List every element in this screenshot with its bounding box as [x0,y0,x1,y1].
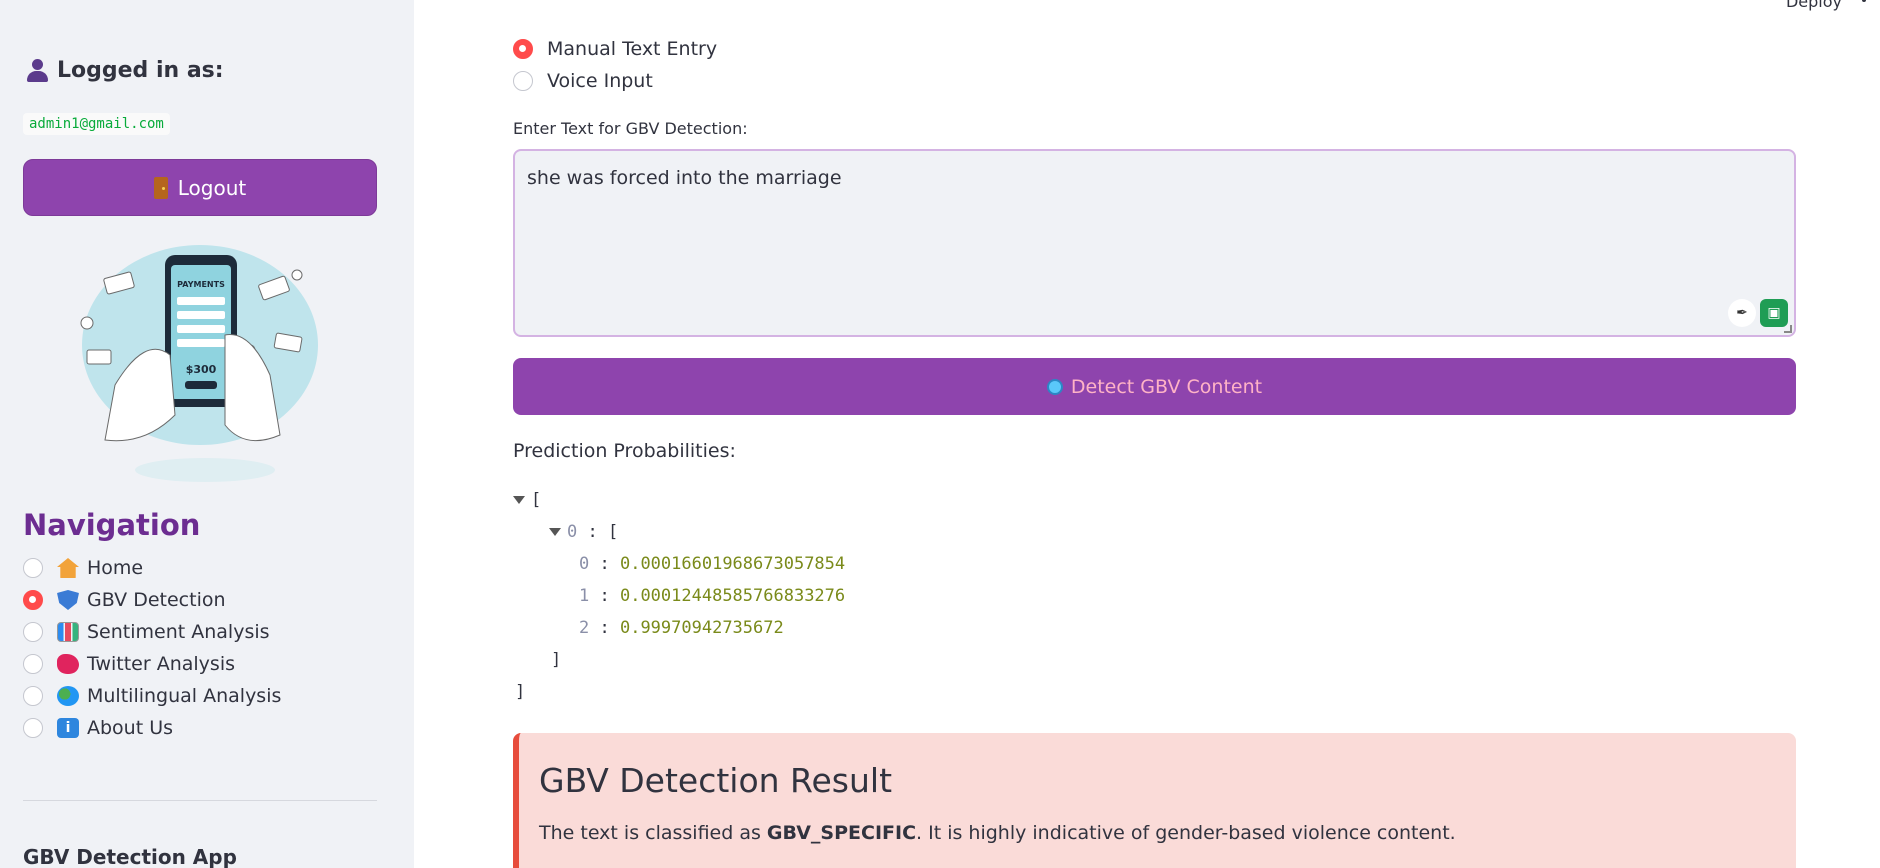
navigation-list: Home GBV Detection Sentiment Analysis Tw… [23,552,281,744]
json-array-close: ] [551,650,562,670]
logout-button[interactable]: Logout [23,159,377,216]
json-value: 0.00016601968673057854 [619,554,846,574]
nav-item-about-us[interactable]: i About Us [23,712,281,744]
user-email: admin1@gmail.com [23,113,170,135]
sidebar: Logged in as: admin1@gmail.com Logout PA… [0,0,414,868]
mode-label: Manual Text Entry [547,38,718,60]
globe-icon [57,686,79,706]
nav-item-label: Multilingual Analysis [87,685,282,707]
mode-label: Voice Input [547,70,653,92]
textarea-extension-icons: ✒ ▣ [1728,299,1788,327]
logout-label: Logout [177,175,247,200]
house-icon [57,558,79,578]
main-content: Deploy Manual Text Entry Voice Input Ent… [414,0,1880,868]
result-title: GBV Detection Result [539,761,893,800]
json-array-open: 0 : [ [513,516,845,548]
collapse-caret-icon[interactable] [549,528,561,536]
magnifier-icon [1046,378,1063,395]
deploy-button[interactable]: Deploy [1786,0,1842,11]
radio-sentiment-analysis[interactable] [23,622,43,642]
main-menu-icon[interactable] [1862,0,1866,2]
json-key: 2 [579,618,590,638]
radio-voice-input[interactable] [513,71,533,91]
nav-item-gbv-detection[interactable]: GBV Detection [23,584,281,616]
door-icon [153,176,168,199]
resize-handle-icon[interactable] [1784,325,1792,333]
nav-item-label: About Us [87,717,174,739]
result-class-label: GBV_SPECIFIC [766,822,917,844]
nav-item-label: Twitter Analysis [87,653,236,675]
twitter-icon [57,654,79,674]
nav-item-home[interactable]: Home [23,552,281,584]
result-text: The text is classified as GBV_SPECIFIC. … [539,822,1776,844]
nav-item-twitter-analysis[interactable]: Twitter Analysis [23,648,281,680]
gbv-result-alert: GBV Detection Result The text is classif… [513,733,1796,868]
nav-item-label: Home [87,557,144,579]
radio-twitter-analysis[interactable] [23,654,43,674]
detect-gbv-button[interactable]: Detect GBV Content [513,358,1796,415]
radio-about-us[interactable] [23,718,43,738]
json-value: 0.00012448585766833276 [619,586,846,606]
user-icon [27,58,48,83]
sidebar-divider [23,800,377,801]
prediction-json-viewer: [ 0 : [ 0 : 0.00016601968673057854 1 : 0… [513,484,845,708]
json-entry: 2 : 0.99970942735672 [579,618,784,638]
collapse-caret-icon[interactable] [513,496,525,504]
svg-text:PAYMENTS: PAYMENTS [177,280,225,289]
json-key: 0 [579,554,590,574]
json-root-close: ] [515,682,526,702]
app-footer-title: GBV Detection App [23,845,237,868]
nav-item-sentiment-analysis[interactable]: Sentiment Analysis [23,616,281,648]
mode-voice-input[interactable]: Voice Input [513,65,717,97]
prediction-label: Prediction Probabilities: [513,440,736,462]
json-value: 0.99970942735672 [619,618,784,638]
radio-gbv-detection[interactable] [23,590,43,610]
feather-icon[interactable]: ✒ [1728,299,1756,327]
gbv-text-input[interactable]: she was forced into the marriage ✒ ▣ [513,149,1796,337]
result-text-suffix: . It is highly indicative of gender-base… [916,822,1456,844]
text-input-label: Enter Text for GBV Detection: [513,119,748,138]
json-entry: 0 : 0.00016601968673057854 [579,554,846,574]
input-mode-radio-group: Manual Text Entry Voice Input [513,33,717,97]
logged-in-heading: Logged in as: [27,58,224,83]
json-key: 1 [579,586,590,606]
radio-multilingual-analysis[interactable] [23,686,43,706]
robot-icon[interactable]: ▣ [1760,299,1788,327]
text-input-value: she was forced into the marriage [527,167,842,189]
nav-item-multilingual-analysis[interactable]: Multilingual Analysis [23,680,281,712]
nav-item-label: GBV Detection [87,589,226,611]
info-icon: i [57,718,79,738]
detect-button-label: Detect GBV Content [1070,375,1263,398]
nav-item-label: Sentiment Analysis [87,621,270,643]
navigation-title: Navigation [23,508,201,542]
json-root-open: [ [513,484,845,516]
shield-icon [57,590,79,610]
radio-manual-text-entry[interactable] [513,39,533,59]
json-key: 0 [567,522,578,542]
logged-in-label: Logged in as: [57,58,224,83]
bar-chart-icon [57,622,79,642]
result-text-prefix: The text is classified as [539,822,767,844]
svg-text:$300: $300 [186,363,217,376]
radio-home[interactable] [23,558,43,578]
json-entry: 1 : 0.00012448585766833276 [579,586,846,606]
payments-illustration: PAYMENTS $300 [80,245,318,482]
mode-manual-text-entry[interactable]: Manual Text Entry [513,33,717,65]
